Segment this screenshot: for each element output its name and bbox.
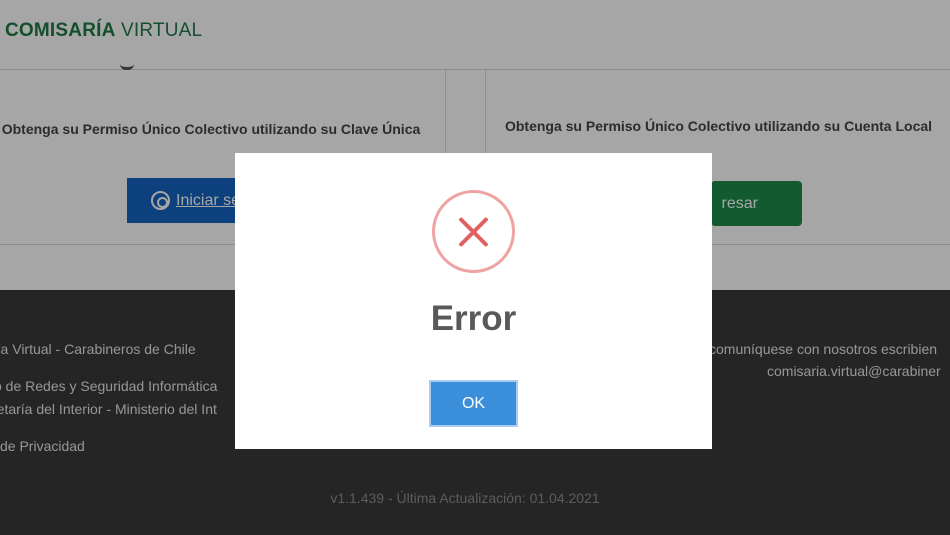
dialog-title: Error: [430, 299, 517, 338]
error-x-icon: [432, 190, 515, 273]
ok-button[interactable]: OK: [429, 380, 518, 427]
error-dialog: Error OK: [235, 153, 712, 449]
